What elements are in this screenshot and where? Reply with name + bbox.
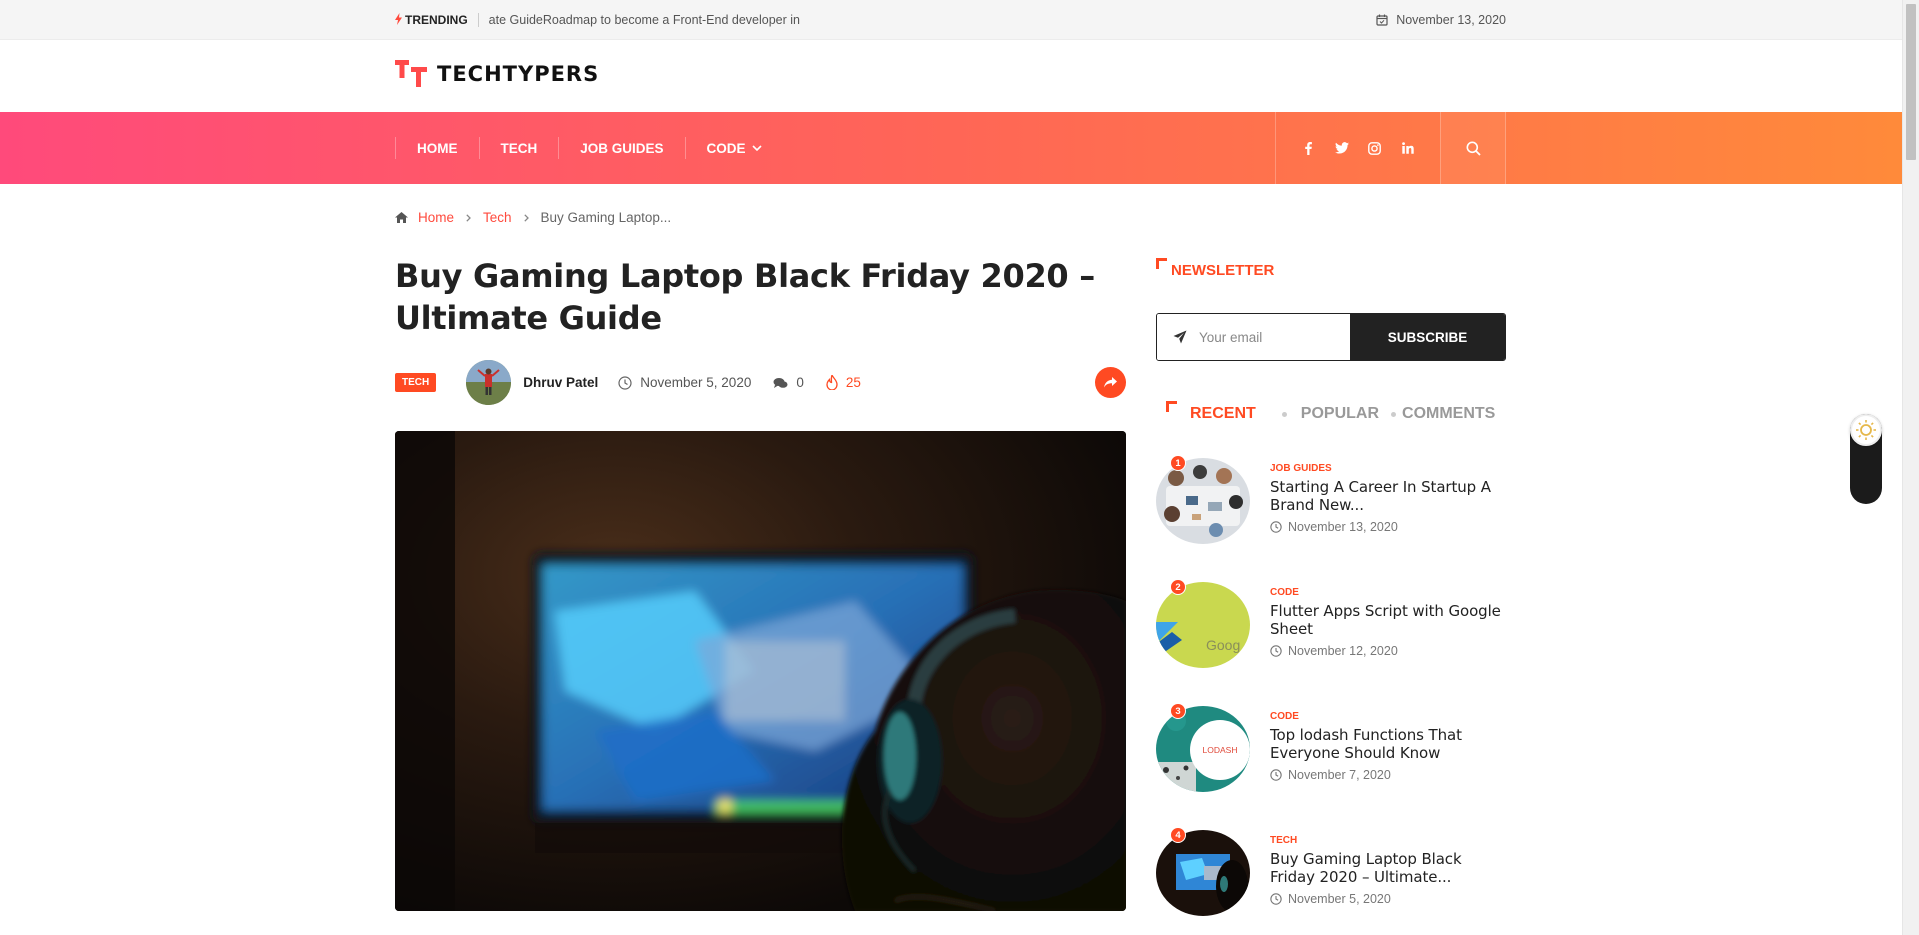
breadcrumb-section[interactable]: Tech <box>483 210 512 225</box>
post-title[interactable]: Flutter Apps Script with Google Sheet <box>1270 602 1506 638</box>
page: TRENDING ate GuideRoadmap to become a Fr… <box>0 0 1902 935</box>
clock-icon <box>1270 645 1282 657</box>
post-thumbnail[interactable]: LODASH 3 <box>1156 703 1250 792</box>
breadcrumb-current: Buy Gaming Laptop... <box>540 210 672 225</box>
article-title: Buy Gaming Laptop Black Friday 2020 – Ul… <box>395 257 1095 337</box>
post-tabs: RECENT POPULAR COMMENTS <box>1156 399 1506 429</box>
post-date-text: November 13, 2020 <box>1288 520 1398 534</box>
featured-image-art <box>395 431 1126 911</box>
clock-icon <box>1270 521 1282 533</box>
post-thumbnail-image <box>1156 830 1250 916</box>
post-body: TECH Buy Gaming Laptop Black Friday 2020… <box>1270 830 1506 920</box>
content-area: Home Tech Buy Gaming Laptop... Buy Gamin… <box>395 0 1506 935</box>
post-title[interactable]: Buy Gaming Laptop Black Friday 2020 – Ul… <box>1270 850 1506 886</box>
scrollbar[interactable] <box>1902 0 1919 935</box>
scrollbar-thumb[interactable] <box>1906 4 1916 160</box>
newsletter-form: SUBSCRIBE <box>1156 313 1506 361</box>
list-item: 1 JOB GUIDES Starting A Career In Startu… <box>1156 455 1506 548</box>
thumb-text: LODASH <box>1203 745 1238 755</box>
breadcrumb-home[interactable]: Home <box>418 210 454 225</box>
post-thumbnail-image: LODASH <box>1156 706 1250 792</box>
article-meta: TECH Dhruv Patel November 5, 2020 0 25 <box>395 360 1126 405</box>
category-badge[interactable]: TECH <box>395 373 437 392</box>
post-category[interactable]: CODE <box>1270 711 1506 722</box>
post-date-text: November 5, 2020 <box>1288 892 1391 906</box>
rank-badge: 2 <box>1170 579 1186 595</box>
post-body: CODE Top lodash Functions That Everyone … <box>1270 706 1506 796</box>
breadcrumb: Home Tech Buy Gaming Laptop... <box>395 210 671 225</box>
chevron-right-icon <box>523 211 529 225</box>
subscribe-button[interactable]: SUBSCRIBE <box>1350 314 1505 360</box>
featured-image <box>395 431 1126 911</box>
post-thumbnail[interactable]: 1 <box>1156 455 1250 544</box>
post-title[interactable]: Top lodash Functions That Everyone Shoul… <box>1270 726 1506 762</box>
tab-label: COMMENTS <box>1402 405 1496 422</box>
tab-recent[interactable]: RECENT <box>1156 401 1256 423</box>
publish-date: November 5, 2020 <box>618 375 751 390</box>
view-count: 25 <box>826 375 861 390</box>
tab-comments[interactable]: COMMENTS <box>1402 405 1495 423</box>
dark-mode-toggle[interactable] <box>1850 414 1882 504</box>
fire-icon <box>826 375 838 390</box>
tab-label: RECENT <box>1190 405 1256 422</box>
comment-count-text: 0 <box>796 375 804 390</box>
post-category[interactable]: JOB GUIDES <box>1270 463 1506 474</box>
post-date: November 12, 2020 <box>1270 644 1506 658</box>
share-icon <box>1104 377 1117 388</box>
tab-popular[interactable]: POPULAR <box>1301 405 1379 423</box>
post-date: November 7, 2020 <box>1270 768 1506 782</box>
email-field[interactable] <box>1199 329 1349 345</box>
author-name[interactable]: Dhruv Patel <box>523 375 598 390</box>
comments-icon <box>773 377 788 388</box>
comment-count[interactable]: 0 <box>773 375 804 390</box>
post-thumbnail[interactable]: 4 <box>1156 827 1250 916</box>
email-field-wrap <box>1157 314 1350 360</box>
rank-badge: 4 <box>1170 827 1186 843</box>
sun-icon <box>1850 414 1882 446</box>
corner-decoration <box>1156 258 1167 269</box>
view-count-text: 25 <box>845 375 861 390</box>
paper-plane-icon <box>1173 330 1187 344</box>
list-item: Goog 2 CODE Flutter Apps Script with Goo… <box>1156 579 1506 672</box>
post-thumbnail-image: Goog <box>1156 582 1250 668</box>
tab-separator <box>1391 411 1397 417</box>
corner-decoration <box>1166 401 1177 412</box>
post-title[interactable]: Starting A Career In Startup A Brand New… <box>1270 478 1506 514</box>
post-date-text: November 7, 2020 <box>1288 768 1391 782</box>
avatar-image <box>466 360 512 405</box>
share-button[interactable] <box>1095 367 1126 398</box>
avatar[interactable] <box>466 360 512 405</box>
post-body: JOB GUIDES Starting A Career In Startup … <box>1270 458 1506 548</box>
post-category[interactable]: CODE <box>1270 587 1506 598</box>
post-category[interactable]: TECH <box>1270 835 1506 846</box>
publish-date-text: November 5, 2020 <box>640 375 752 390</box>
newsletter-heading-text: NEWSLETTER <box>1171 262 1275 279</box>
list-item: LODASH 3 CODE Top lodash Functions That … <box>1156 703 1506 796</box>
tab-label: POPULAR <box>1300 405 1380 422</box>
post-body: CODE Flutter Apps Script with Google She… <box>1270 582 1506 672</box>
tab-separator <box>1281 411 1287 417</box>
clock-icon <box>1270 769 1282 781</box>
home-icon <box>395 212 408 223</box>
post-date-text: November 12, 2020 <box>1288 644 1398 658</box>
rank-badge: 3 <box>1170 703 1186 719</box>
list-item: 4 TECH Buy Gaming Laptop Black Friday 20… <box>1156 827 1506 920</box>
post-date: November 5, 2020 <box>1270 892 1506 906</box>
post-thumbnail-image <box>1156 458 1250 544</box>
clock-icon <box>1270 893 1282 905</box>
post-thumbnail[interactable]: Goog 2 <box>1156 579 1250 668</box>
rank-badge: 1 <box>1170 455 1186 471</box>
chevron-right-icon <box>466 211 471 225</box>
post-date: November 13, 2020 <box>1270 520 1506 534</box>
thumb-text: Goog <box>1206 637 1240 653</box>
newsletter-heading: NEWSLETTER <box>1156 258 1275 279</box>
clock-icon <box>618 375 632 390</box>
